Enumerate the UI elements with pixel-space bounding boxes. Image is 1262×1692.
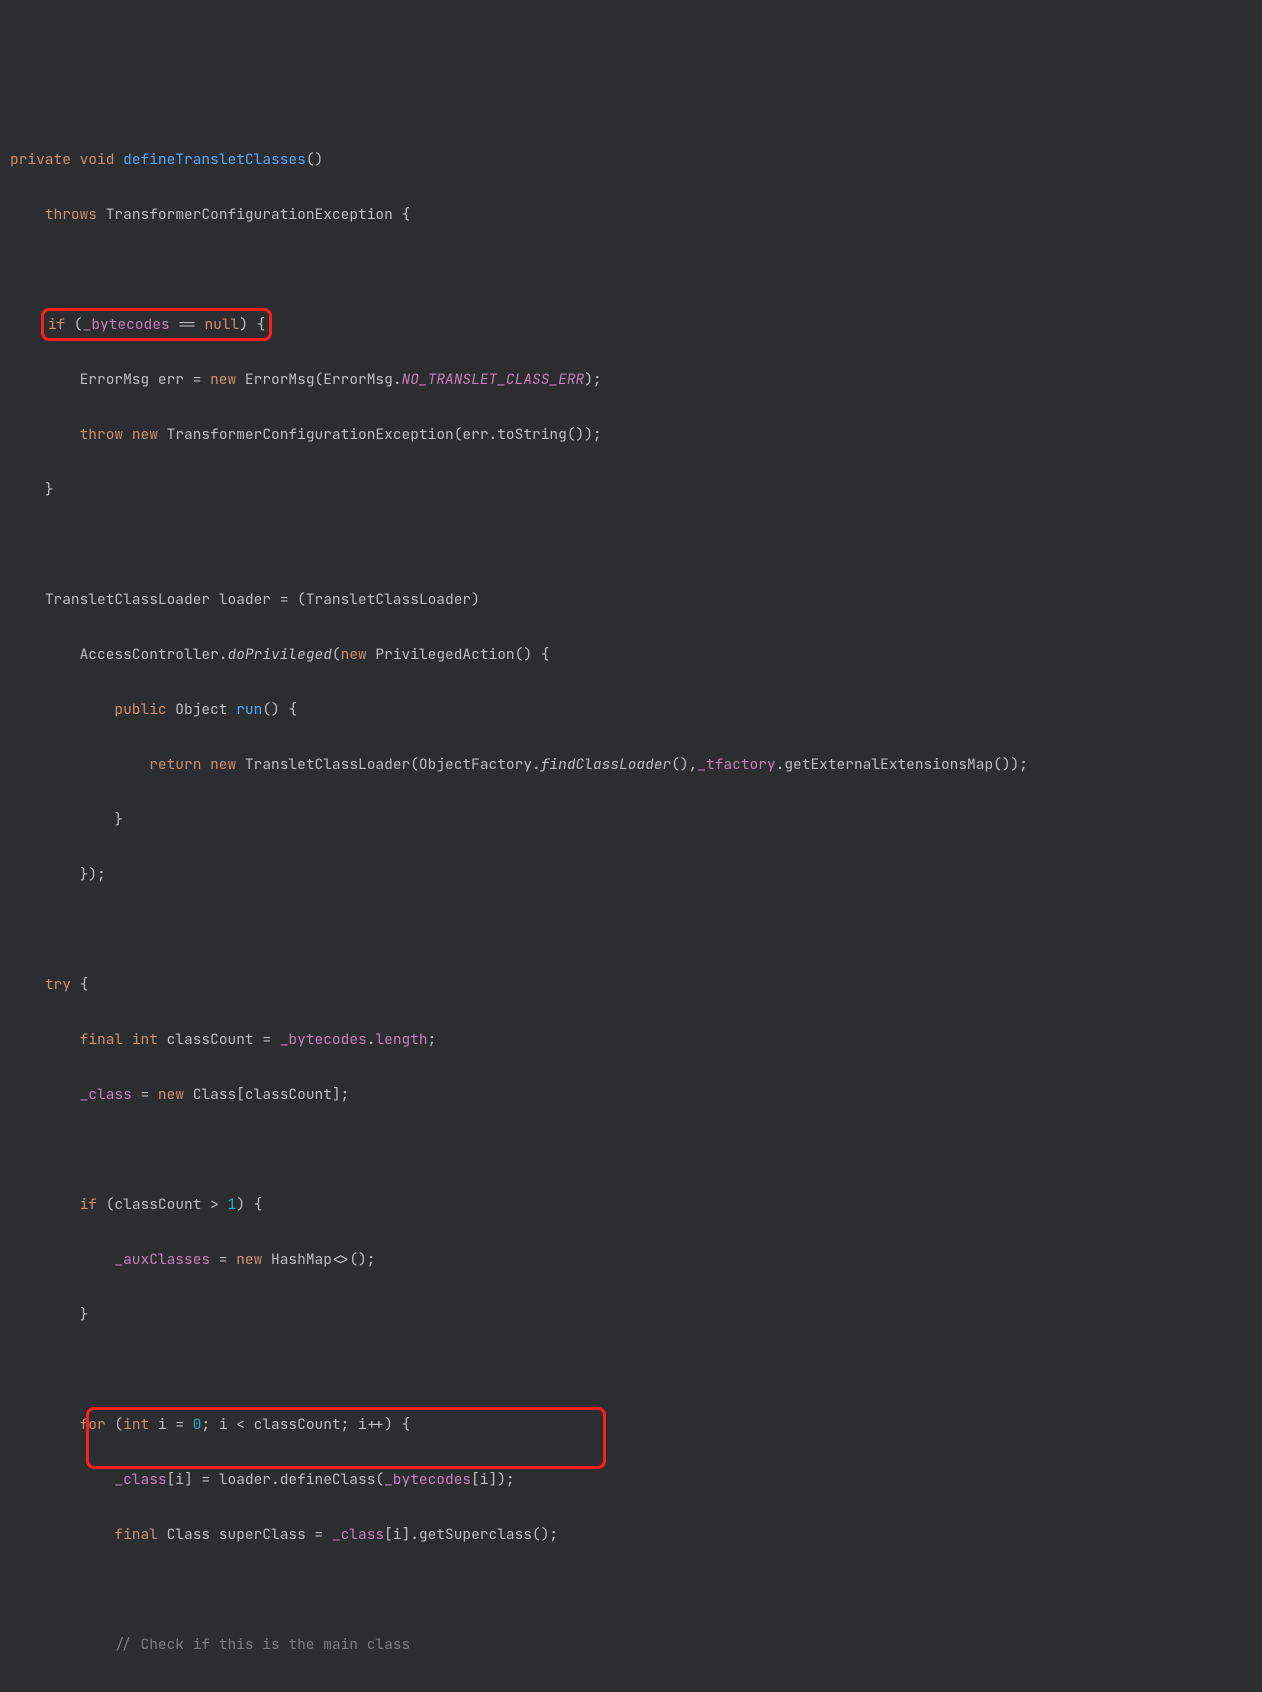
code-line: } bbox=[10, 476, 1252, 504]
code-line: } bbox=[10, 806, 1252, 834]
highlighted-line-1: if (_bytecodes == null) { bbox=[10, 311, 1252, 339]
code-line: TransletClassLoader loader = (TransletCl… bbox=[10, 586, 1252, 614]
blank-line bbox=[10, 1356, 1252, 1384]
code-line: }); bbox=[10, 861, 1252, 889]
highlighted-block-2: for (int i = 0; i < classCount; i++) { _… bbox=[10, 1411, 1252, 1494]
code-line: ErrorMsg err = new ErrorMsg(ErrorMsg.NO_… bbox=[10, 366, 1252, 394]
code-line: throw new TransformerConfigurationExcept… bbox=[10, 421, 1252, 449]
code-line: final int classCount = _bytecodes.length… bbox=[10, 1026, 1252, 1054]
code-line: _auxClasses = new HashMap<>(); bbox=[10, 1246, 1252, 1274]
code-line: return new TransletClassLoader(ObjectFac… bbox=[10, 751, 1252, 779]
code-line: // Check if this is the main class bbox=[10, 1631, 1252, 1659]
blank-line bbox=[10, 531, 1252, 559]
code-line: throws TransformerConfigurationException… bbox=[10, 201, 1252, 229]
code-line: if (superClass.getName().equals(ABSTRACT… bbox=[10, 1686, 1252, 1692]
code-line: if (classCount > 1) { bbox=[10, 1191, 1252, 1219]
blank-line bbox=[10, 1576, 1252, 1604]
code-line: try { bbox=[10, 971, 1252, 999]
highlight-box-1: if (_bytecodes == null) { bbox=[41, 308, 273, 342]
code-line: AccessController.doPrivileged(new Privil… bbox=[10, 641, 1252, 669]
blank-line bbox=[10, 916, 1252, 944]
code-line: } bbox=[10, 1301, 1252, 1329]
code-line: public Object run() { bbox=[10, 696, 1252, 724]
code-line: _class = new Class[classCount]; bbox=[10, 1081, 1252, 1109]
code-line: _class[i] = loader.defineClass(_bytecode… bbox=[10, 1466, 1252, 1494]
code-line: final Class superClass = _class[i].getSu… bbox=[10, 1521, 1252, 1549]
code-editor[interactable]: private void defineTransletClasses() thr… bbox=[10, 118, 1252, 1692]
blank-line bbox=[10, 1136, 1252, 1164]
code-line: private void defineTransletClasses() bbox=[10, 146, 1252, 174]
blank-line bbox=[10, 256, 1252, 284]
code-line: for (int i = 0; i < classCount; i++) { bbox=[10, 1411, 1252, 1439]
